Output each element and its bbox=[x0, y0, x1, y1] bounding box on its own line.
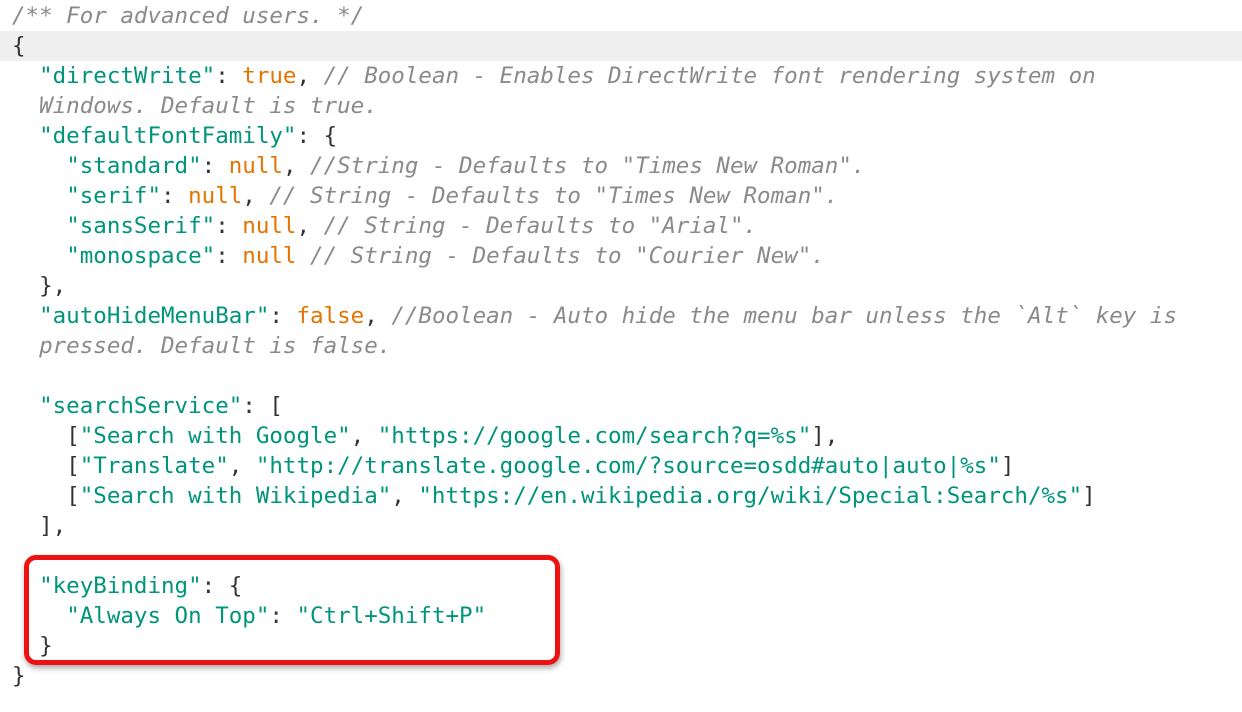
literal-value: null bbox=[228, 153, 283, 179]
punctuation: [ bbox=[66, 483, 80, 509]
punctuation: { bbox=[12, 33, 26, 59]
punctuation: : bbox=[201, 153, 229, 179]
string-value: "https://en.wikipedia.org/wiki/Special:S… bbox=[418, 483, 1083, 509]
punctuation: ] bbox=[1000, 453, 1015, 479]
code-line[interactable]: } bbox=[0, 661, 1242, 691]
punctuation: }, bbox=[39, 273, 67, 299]
literal-value: null bbox=[188, 183, 243, 209]
punctuation: ], bbox=[39, 513, 67, 539]
literal-value: null bbox=[242, 243, 297, 269]
code-line[interactable]: ["Translate", "http://translate.google.c… bbox=[0, 451, 1242, 481]
json-key: "autoHideMenuBar" bbox=[39, 303, 270, 329]
punctuation: : [ bbox=[242, 393, 283, 419]
json-key: "searchService" bbox=[39, 393, 243, 419]
punctuation: , bbox=[364, 303, 392, 329]
code-line[interactable]: "standard": null, //String - Defaults to… bbox=[0, 151, 1242, 181]
punctuation: : bbox=[269, 303, 297, 329]
punctuation: : bbox=[215, 213, 243, 239]
punctuation: , bbox=[296, 63, 324, 89]
literal-value: false bbox=[296, 303, 365, 329]
punctuation: , bbox=[391, 483, 419, 509]
json-key: "keyBinding" bbox=[39, 573, 202, 599]
json-key: "monospace" bbox=[66, 243, 216, 269]
code-line[interactable]: "monospace": null // String - Defaults t… bbox=[0, 241, 1242, 271]
punctuation: , bbox=[350, 423, 378, 449]
code-line[interactable]: "serif": null, // String - Defaults to "… bbox=[0, 181, 1242, 211]
string-value: "Search with Google" bbox=[79, 423, 351, 449]
code-line[interactable]: "directWrite": true, // Boolean - Enable… bbox=[0, 61, 1242, 91]
string-value: "Search with Wikipedia" bbox=[79, 483, 392, 509]
code-line[interactable]: ], bbox=[0, 511, 1242, 541]
punctuation: ] bbox=[1082, 483, 1096, 509]
comment: Windows. Default is true. bbox=[39, 93, 378, 119]
json-key: "defaultFontFamily" bbox=[39, 123, 297, 149]
punctuation: , bbox=[282, 153, 311, 179]
punctuation: : bbox=[269, 603, 297, 629]
string-value: "Ctrl+Shift+P" bbox=[296, 603, 487, 629]
punctuation: [ bbox=[66, 423, 80, 449]
comment: //Boolean - Auto hide the menu bar unles… bbox=[391, 303, 1177, 329]
punctuation: , bbox=[296, 213, 324, 239]
punctuation bbox=[296, 243, 310, 269]
json-key: "serif" bbox=[66, 183, 162, 209]
code-line[interactable]: "autoHideMenuBar": false, //Boolean - Au… bbox=[0, 301, 1242, 331]
json-key: "sansSerif" bbox=[66, 213, 216, 239]
code-line[interactable]: "Always On Top": "Ctrl+Shift+P" bbox=[0, 601, 1242, 631]
punctuation: , bbox=[242, 183, 270, 209]
comment: /** For advanced users. */ bbox=[12, 3, 365, 29]
code-line[interactable] bbox=[0, 541, 1242, 571]
code-line[interactable]: } bbox=[0, 631, 1242, 661]
code-line[interactable] bbox=[0, 361, 1242, 391]
code-line[interactable]: }, bbox=[0, 271, 1242, 301]
code-line[interactable]: Windows. Default is true. bbox=[0, 91, 1242, 121]
comment: // String - Defaults to "Courier New". bbox=[310, 243, 825, 269]
string-value: "Translate" bbox=[79, 453, 229, 479]
string-value: "https://google.com/search?q=%s" bbox=[377, 423, 812, 449]
code-line[interactable]: "defaultFontFamily": { bbox=[0, 121, 1242, 151]
comment: // Boolean - Enables DirectWrite font re… bbox=[323, 63, 1096, 89]
comment: //String - Defaults to "Times New Roman"… bbox=[310, 153, 866, 179]
punctuation: } bbox=[39, 633, 53, 659]
json-key: "Always On Top" bbox=[66, 603, 270, 629]
comment: // String - Defaults to "Arial". bbox=[323, 213, 758, 239]
comment: // String - Defaults to "Times New Roman… bbox=[269, 183, 839, 209]
punctuation: : bbox=[215, 63, 243, 89]
code-line[interactable]: "keyBinding": { bbox=[0, 571, 1242, 601]
code-line[interactable]: /** For advanced users. */ bbox=[0, 1, 1242, 31]
punctuation: } bbox=[12, 663, 26, 689]
code-line[interactable]: ["Search with Wikipedia", "https://en.wi… bbox=[0, 481, 1242, 511]
literal-value: true bbox=[242, 63, 297, 89]
json-key: "standard" bbox=[66, 153, 202, 179]
code-line[interactable]: ["Search with Google", "https://google.c… bbox=[0, 421, 1242, 451]
string-value: "http://translate.google.com/?source=osd… bbox=[255, 453, 1001, 479]
punctuation: , bbox=[228, 453, 256, 479]
comment: pressed. Default is false. bbox=[39, 333, 392, 359]
punctuation: ], bbox=[811, 423, 839, 449]
code-line[interactable]: pressed. Default is false. bbox=[0, 331, 1242, 361]
code-editor[interactable]: /** For advanced users. */{"directWrite"… bbox=[0, 0, 1242, 712]
literal-value: null bbox=[242, 213, 297, 239]
punctuation: : { bbox=[296, 123, 338, 149]
code-line[interactable]: { bbox=[0, 31, 1242, 61]
punctuation: [ bbox=[66, 453, 80, 479]
code-line[interactable]: "searchService": [ bbox=[0, 391, 1242, 421]
punctuation: : bbox=[215, 243, 243, 269]
punctuation: : { bbox=[201, 573, 243, 599]
code-line[interactable]: "sansSerif": null, // String - Defaults … bbox=[0, 211, 1242, 241]
json-key: "directWrite" bbox=[39, 63, 216, 89]
punctuation: : bbox=[161, 183, 189, 209]
